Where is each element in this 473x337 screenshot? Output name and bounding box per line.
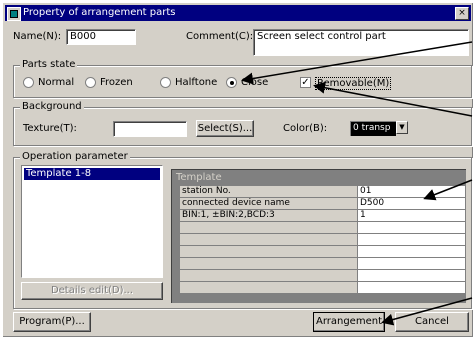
comment-input[interactable]: Screen select control part (253, 29, 469, 56)
close-button[interactable]: × (455, 7, 469, 20)
property-dialog: Property of arrangement parts × Name(N):… (2, 2, 473, 337)
chevron-down-icon[interactable]: ▼ (396, 121, 408, 134)
removable-label: Removable(M) (315, 77, 392, 90)
template-panel: Template station No. 01 connected device… (171, 169, 466, 303)
param-name (180, 258, 357, 270)
texture-input[interactable] (113, 121, 187, 137)
param-name: station No. (180, 186, 357, 198)
template-list-item[interactable]: Template 1-8 (24, 168, 160, 180)
param-name (180, 270, 357, 282)
radio-normal[interactable] (23, 77, 34, 88)
param-name: connected device name (180, 198, 357, 210)
param-name (180, 234, 357, 246)
parts-state-caption: Parts state (20, 59, 78, 70)
radio-halftone[interactable] (160, 77, 171, 88)
name-label: Name(N): (13, 31, 62, 42)
details-edit-button[interactable]: Details edit(D)... (21, 282, 163, 300)
table-row (180, 222, 465, 234)
background-caption: Background (20, 101, 84, 112)
texture-label: Texture(T): (23, 123, 77, 134)
param-value[interactable]: 01 (358, 186, 465, 198)
window-title: Property of arrangement parts (23, 7, 176, 18)
table-row (180, 282, 465, 294)
comment-label: Comment(C): (186, 31, 254, 42)
color-label: Color(B): (283, 123, 328, 134)
param-value[interactable]: D500 (358, 198, 465, 210)
app-icon (7, 7, 21, 21)
radio-frozen-label: Frozen (100, 77, 133, 88)
param-name (180, 222, 357, 234)
radio-halftone-label: Halftone (175, 77, 218, 88)
title-bar[interactable]: Property of arrangement parts × (5, 5, 471, 21)
radio-close-label: Close (241, 77, 269, 88)
program-button[interactable]: Program(P)... (13, 312, 91, 332)
table-row: BIN:1, ±BIN:2,BCD:3 1 (180, 210, 465, 222)
param-name (180, 282, 357, 294)
template-list[interactable]: Template 1-8 (21, 165, 163, 278)
param-name: BIN:1, ±BIN:2,BCD:3 (180, 210, 357, 222)
param-value[interactable] (358, 234, 465, 246)
table-row: station No. 01 (180, 186, 465, 198)
param-value[interactable] (358, 246, 465, 258)
param-value[interactable] (358, 282, 465, 294)
param-value[interactable] (358, 270, 465, 282)
radio-close[interactable] (226, 77, 237, 88)
arrangement-button[interactable]: Arrangement (313, 312, 385, 332)
param-value[interactable] (358, 258, 465, 270)
template-header: Template (176, 172, 222, 183)
param-value[interactable] (358, 222, 465, 234)
removable-checkbox[interactable]: ✓ (300, 77, 311, 88)
table-row (180, 234, 465, 246)
table-row (180, 246, 465, 258)
table-row: connected device name D500 (180, 198, 465, 210)
select-texture-button[interactable]: Select(S)... (196, 120, 254, 137)
param-name (180, 246, 357, 258)
param-value[interactable]: 1 (358, 210, 465, 222)
table-row (180, 270, 465, 282)
cancel-button[interactable]: Cancel (395, 312, 469, 332)
radio-frozen[interactable] (85, 77, 96, 88)
color-select[interactable]: 0 transp (350, 121, 396, 136)
table-row (180, 258, 465, 270)
operation-caption: Operation parameter (20, 151, 130, 162)
radio-normal-label: Normal (38, 77, 75, 88)
name-input[interactable]: B000 (66, 29, 136, 45)
